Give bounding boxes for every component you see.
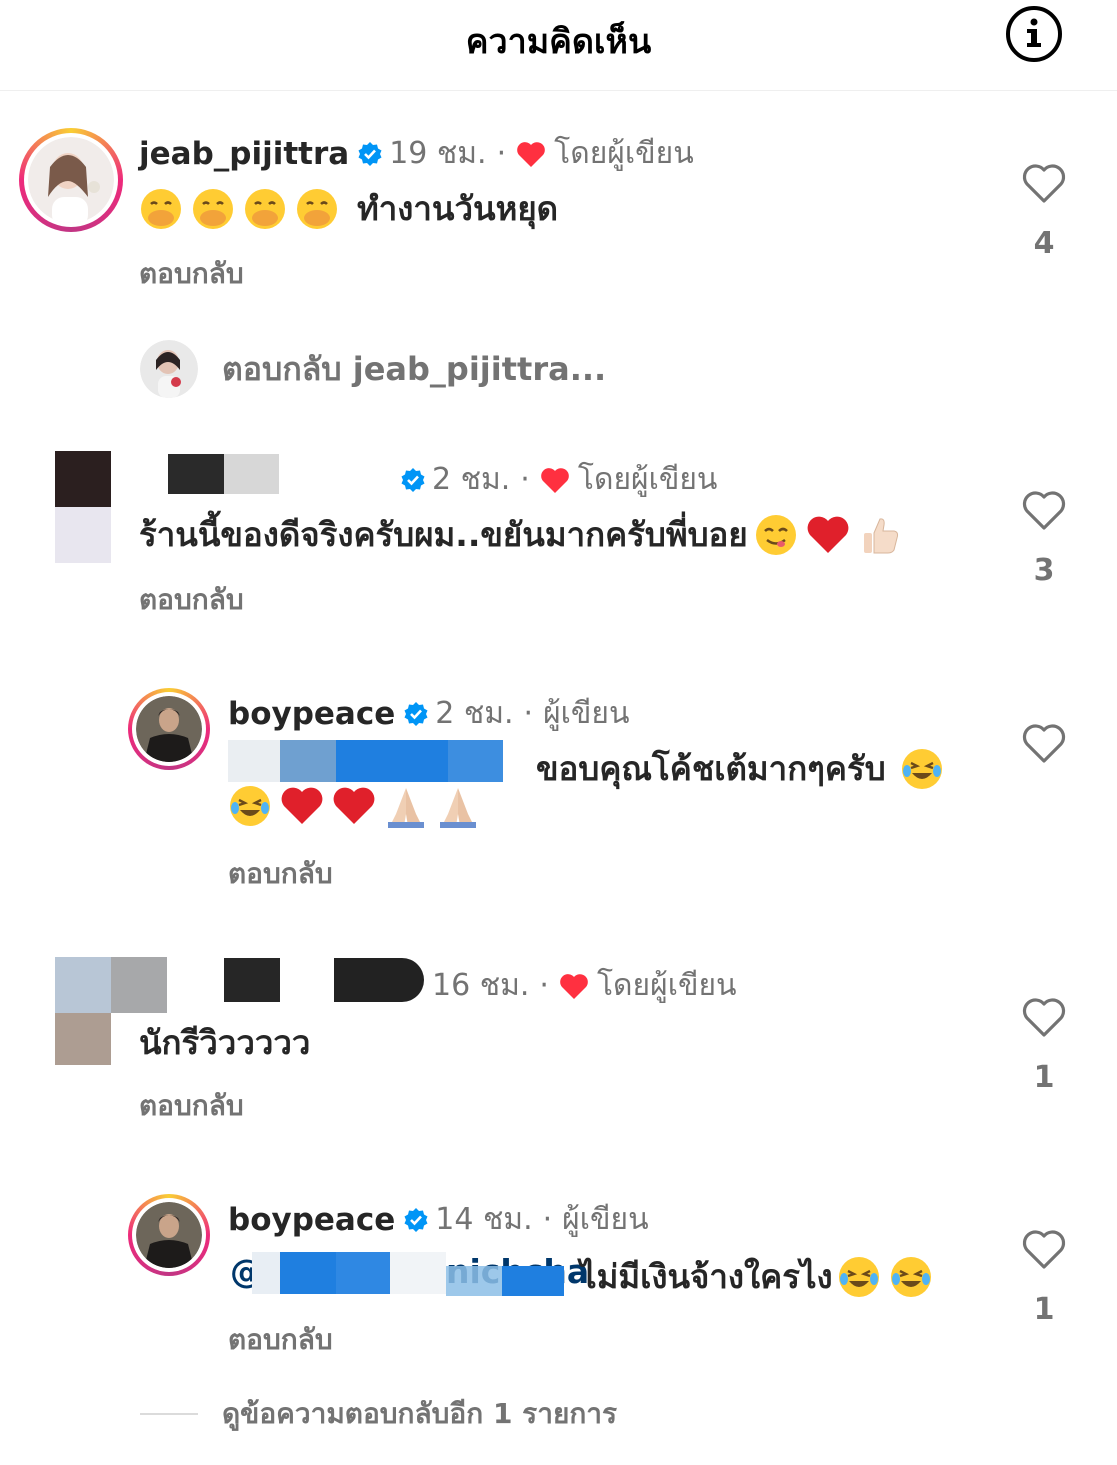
avatar[interactable]: [19, 128, 123, 232]
reply-button[interactable]: ตอบกลับ: [228, 1318, 333, 1362]
liked-by-author-label: โดยผู้เขียน: [554, 136, 694, 171]
emoji-icon: [295, 187, 339, 231]
emoji-icon: [191, 187, 235, 231]
joy-emoji-icon: [900, 747, 944, 791]
view-more-replies-button[interactable]: ดูข้อความตอบกลับอีก 1 รายการ: [140, 1392, 617, 1436]
comment-text: ขอบคุณโค้ชเต้มากๆครับ: [536, 742, 952, 795]
comments-header: ความคิดเห็น: [0, 0, 1117, 91]
joy-emoji-icon: [889, 1255, 933, 1299]
verified-badge-icon: [358, 141, 382, 166]
comment-emoji-line: [228, 784, 488, 828]
like-count: 1: [1033, 1292, 1055, 1327]
thumbs-up-emoji-icon: [858, 513, 902, 557]
liked-by-author-label: โดยผู้เขียน: [596, 968, 737, 1003]
like-button[interactable]: 1: [1018, 996, 1070, 1095]
author-label: ผู้เขียน: [543, 696, 630, 731]
comment-text: นักรีวิววววว: [139, 1023, 311, 1062]
liked-by-author-heart-icon: [560, 973, 588, 999]
author-label: ผู้เขียน: [562, 1202, 649, 1237]
like-button[interactable]: [1018, 722, 1070, 768]
comment-text: ร้านนี้ของดีจริงครับผม..ขยันมากครับพี่บอ…: [139, 508, 910, 561]
comment-text-content: ทำงานวันหยุด: [357, 189, 559, 228]
verified-badge-icon: [404, 701, 428, 726]
reply-prompt[interactable]: ตอบกลับ jeab_pijittra...: [140, 340, 606, 398]
comment-text: ไม่มีเงินจ้างใครไง: [580, 1250, 941, 1303]
comment-time: 2 ชม.: [432, 462, 511, 497]
view-more-replies-label: ดูข้อความตอบกลับอีก 1 รายการ: [222, 1397, 618, 1430]
joy-emoji-icon: [837, 1255, 881, 1299]
folded-hands-emoji-icon: [384, 784, 428, 828]
red-heart-emoji-icon: [332, 784, 376, 828]
folded-hands-emoji-icon: [436, 784, 480, 828]
divider-line: [140, 1413, 198, 1415]
comment-time: 19 ชม.: [389, 136, 487, 171]
verified-badge-icon: [401, 467, 425, 492]
like-button[interactable]: 1: [1018, 1228, 1070, 1327]
liked-by-author-heart-icon: [517, 141, 545, 167]
reply-button[interactable]: ตอบกลับ: [139, 578, 244, 622]
heart-outline-icon[interactable]: [1021, 996, 1067, 1038]
like-button[interactable]: 3: [1018, 489, 1070, 588]
info-icon[interactable]: [1005, 5, 1063, 63]
comment-time: 2 ชม.: [435, 696, 514, 731]
yum-emoji-icon: [754, 513, 798, 557]
username[interactable]: jeab_pijittra: [139, 136, 349, 172]
comment-text-content: ร้านนี้ของดีจริงครับผม..ขยันมากครับพี่บอ…: [139, 515, 748, 554]
emoji-icon: [139, 187, 183, 231]
joy-emoji-icon: [228, 784, 272, 828]
redacted-username: [224, 958, 280, 1002]
like-count: 3: [1033, 553, 1055, 588]
reply-button[interactable]: ตอบกลับ: [139, 1084, 244, 1128]
page-title: ความคิดเห็น: [465, 22, 652, 62]
avatar[interactable]: [128, 1194, 210, 1276]
avatar: [140, 340, 198, 398]
comment-time: 16 ชม.: [432, 968, 530, 1003]
reply-prompt-text: ตอบกลับ jeab_pijittra...: [222, 349, 607, 388]
emoji-icon: [243, 187, 287, 231]
like-count: 1: [1033, 1060, 1055, 1095]
reply-button[interactable]: ตอบกลับ: [228, 852, 333, 896]
liked-by-author-heart-icon: [541, 467, 569, 493]
liked-by-author-label: โดยผู้เขียน: [577, 462, 718, 497]
comment-text-content: ขอบคุณโค้ชเต้มากๆครับ: [536, 749, 886, 788]
heart-outline-icon[interactable]: [1021, 1228, 1067, 1270]
username[interactable]: boypeace: [228, 1202, 395, 1238]
verified-badge-icon: [404, 1207, 428, 1232]
redacted-mention: [252, 1252, 280, 1294]
avatar[interactable]: [128, 688, 210, 770]
avatar[interactable]: [55, 957, 111, 1013]
heart-outline-icon[interactable]: [1021, 722, 1067, 764]
like-button[interactable]: 4: [1018, 162, 1070, 261]
redacted-username: [168, 454, 224, 494]
like-count: 4: [1033, 226, 1055, 261]
heart-outline-icon[interactable]: [1021, 162, 1067, 204]
username[interactable]: boypeace: [228, 696, 395, 732]
avatar[interactable]: [55, 451, 111, 507]
red-heart-emoji-icon: [806, 513, 850, 557]
red-heart-emoji-icon: [280, 784, 324, 828]
comment-text: ทำงานวันหยุด: [139, 182, 558, 235]
comment-time: 14 ชม.: [435, 1202, 533, 1237]
heart-outline-icon[interactable]: [1021, 489, 1067, 531]
reply-button[interactable]: ตอบกลับ: [139, 252, 244, 296]
comment-text-content: ไม่มีเงินจ้างใครไง: [580, 1257, 833, 1296]
redacted-mention: [228, 740, 280, 782]
